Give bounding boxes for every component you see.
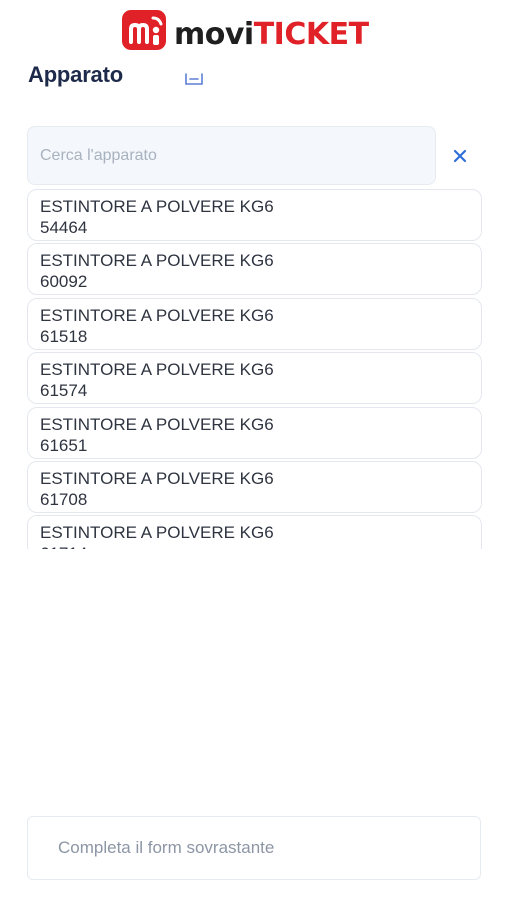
close-icon [453,149,467,163]
item-name: ESTINTORE A POLVERE KG6 [40,360,274,380]
list-item[interactable]: ESTINTORE A POLVERE KG6 61518 [27,297,482,350]
item-code: 61708 [40,489,88,509]
logo-wordmark: moviTICKET [174,20,369,50]
movi-ticket-logo: moviTICKET [122,8,369,54]
list-item[interactable]: ESTINTORE A POLVERE KG6 61708 [27,460,482,513]
list-item[interactable]: ESTINTORE A POLVERE KG6 54464 [27,189,482,241]
logo-text-movi: movi [174,17,254,52]
item-name: ESTINTORE A POLVERE KG6 [40,251,274,271]
item-code: 61518 [40,326,88,346]
logo-text-ticket: TICKET [253,17,369,52]
item-code: 60092 [40,272,88,292]
item-name: ESTINTORE A POLVERE KG6 [40,523,274,543]
search-field-container [27,126,436,185]
document-icon[interactable] [184,72,204,86]
item-code: 61574 [40,381,88,401]
form-status-text: Completa il form sovrastante [58,838,275,857]
list-item[interactable]: ESTINTORE A POLVERE KG6 61714 [27,515,482,549]
list-item[interactable]: ESTINTORE A POLVERE KG6 60092 [27,243,482,296]
page-title: Apparato [28,62,123,87]
clear-search-button[interactable] [448,144,472,168]
item-name: ESTINTORE A POLVERE KG6 [40,197,274,216]
list-item[interactable]: ESTINTORE A POLVERE KG6 61651 [27,406,482,459]
search-input[interactable] [28,127,435,184]
item-code: 61651 [40,435,88,455]
item-name: ESTINTORE A POLVERE KG6 [40,468,274,488]
form-status-message: Completa il form sovrastante [27,816,481,880]
item-code: 61714 [40,543,469,549]
list-item[interactable]: ESTINTORE A POLVERE KG6 61574 [27,352,482,405]
apparato-list[interactable]: ESTINTORE A POLVERE KG6 54464 ESTINTORE … [27,189,482,549]
logo-mark-icon [122,10,168,52]
item-code: 54464 [40,218,88,237]
item-name: ESTINTORE A POLVERE KG6 [40,305,274,325]
item-name: ESTINTORE A POLVERE KG6 [40,414,274,434]
